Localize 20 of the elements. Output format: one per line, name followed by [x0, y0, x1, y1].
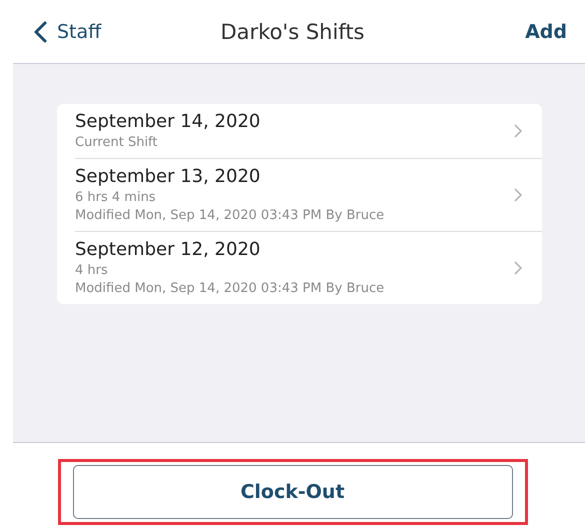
chevron-icon: [514, 124, 522, 138]
shift-row[interactable]: September 12, 2020 4 hrs Modified Mon, Sep 14, 2020 03:43 PM By Bruce: [75, 232, 542, 304]
shift-detail: 4 hrs: [75, 262, 109, 280]
shift-date: September 14, 2020: [75, 110, 262, 134]
shift-date: September 13, 2020: [75, 165, 262, 189]
shift-detail: Modified Mon, Sep 14, 2020 03:43 PM By Bruce: [75, 207, 386, 225]
shift-detail: Current Shift: [75, 134, 159, 152]
shift-detail: 6 hrs 4 mins: [75, 189, 157, 207]
chevron-icon: [514, 261, 522, 275]
shift-row[interactable]: September 14, 2020 Current Shift: [75, 104, 542, 159]
clock-out-button[interactable]: Clock-Out: [72, 465, 512, 519]
back-icon: [34, 20, 47, 42]
chevron-icon: [514, 188, 522, 202]
shift-row[interactable]: September 13, 2020 6 hrs 4 mins Modified Mon, Sep 14, 2020 03:43 PM By Bruce: [75, 159, 542, 232]
back-button[interactable]: Staff: [34, 20, 102, 42]
screen-title: Darko's Shifts: [220, 20, 364, 44]
shift-detail: Modified Mon, Sep 14, 2020 03:43 PM By Bruce: [75, 280, 386, 298]
shift-date: September 12, 2020: [75, 238, 262, 262]
back-label[interactable]: Staff: [57, 20, 102, 42]
add-button[interactable]: Add: [525, 20, 567, 42]
